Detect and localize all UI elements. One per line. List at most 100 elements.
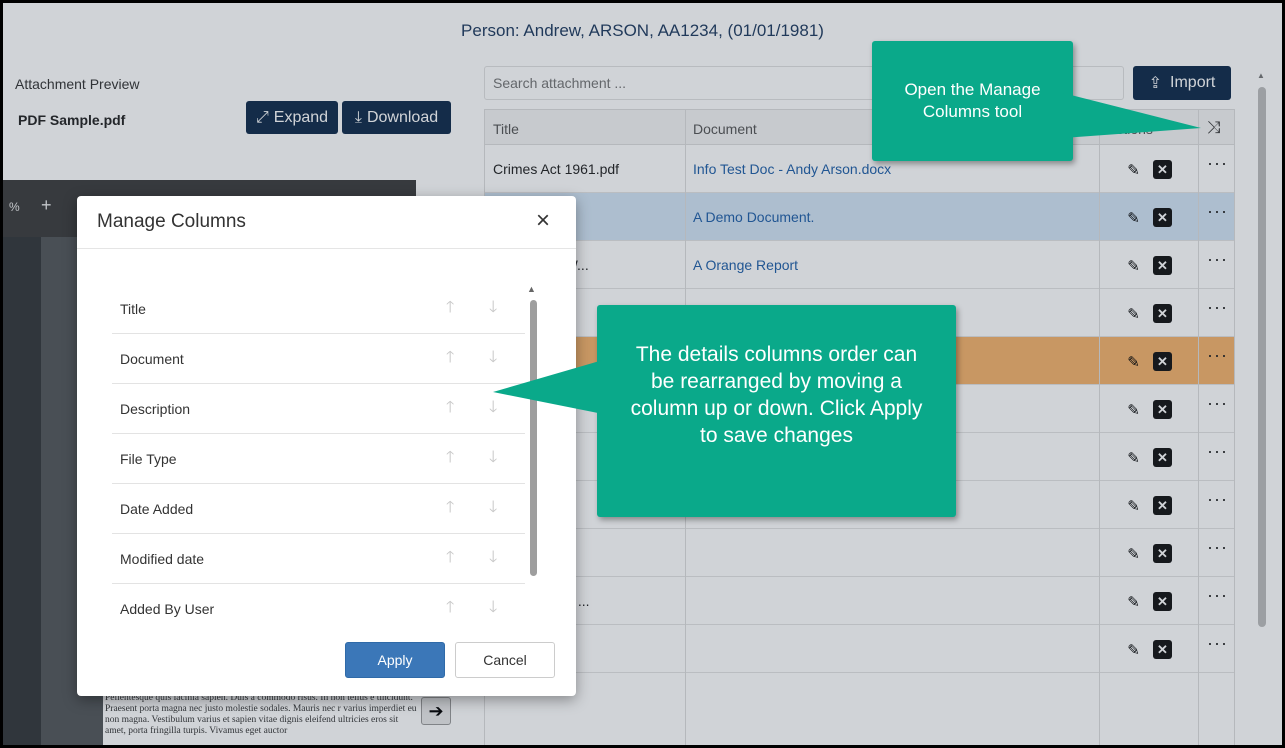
preview-label: Attachment Preview bbox=[15, 76, 140, 92]
arrow-up-icon[interactable]: 🡑 bbox=[446, 596, 454, 623]
delete-icon[interactable]: ✕ bbox=[1153, 448, 1172, 467]
column-name: File Type bbox=[120, 451, 177, 467]
edit-icon[interactable]: ✎ bbox=[1124, 208, 1143, 227]
column-divider bbox=[1198, 110, 1199, 745]
delete-icon[interactable]: ✕ bbox=[1153, 592, 1172, 611]
column-list-item: Document 🡑 🡓 bbox=[112, 334, 525, 384]
table-row[interactable]: n .pdf✎✕··· bbox=[485, 529, 1234, 577]
edit-icon[interactable]: ✎ bbox=[1124, 256, 1143, 275]
modal-divider bbox=[77, 248, 576, 249]
page-title: Person: Andrew, ARSON, AA1234, (01/01/19… bbox=[461, 21, 824, 40]
arrow-down-icon[interactable]: 🡓 bbox=[489, 546, 497, 573]
pdf-zoom-level: % bbox=[9, 200, 20, 214]
table-row[interactable]: ons seized-W...A Orange Report✎✕··· bbox=[485, 241, 1234, 289]
more-options-icon[interactable]: ··· bbox=[1207, 153, 1228, 174]
delete-icon[interactable]: ✕ bbox=[1153, 160, 1172, 179]
arrow-up-icon[interactable]: 🡑 bbox=[446, 296, 454, 323]
table-row[interactable]: ent.docx✎✕··· bbox=[485, 625, 1234, 673]
callout-manage-columns-tool: Open the Manage Columns tool bbox=[872, 41, 1073, 161]
delete-icon[interactable]: ✕ bbox=[1153, 256, 1172, 275]
pdf-sidebar bbox=[3, 237, 41, 745]
more-options-icon[interactable]: ··· bbox=[1207, 249, 1228, 270]
modal-scrollbar-thumb[interactable] bbox=[530, 300, 537, 576]
arrow-up-icon[interactable]: 🡑 bbox=[446, 396, 454, 423]
column-divider bbox=[1099, 110, 1100, 745]
column-list-item: Title 🡑 🡓 bbox=[112, 284, 525, 334]
scrollbar-thumb[interactable] bbox=[1258, 87, 1266, 627]
delete-icon[interactable]: ✕ bbox=[1153, 208, 1172, 227]
manage-columns-modal: Manage Columns × Title 🡑 🡓 Document 🡑 🡓 Descri… bbox=[77, 196, 576, 696]
edit-icon[interactable]: ✎ bbox=[1124, 640, 1143, 659]
apply-button[interactable]: Apply bbox=[345, 642, 445, 678]
arrow-up-icon[interactable]: 🡑 bbox=[446, 346, 454, 373]
more-options-icon[interactable]: ··· bbox=[1207, 345, 1228, 366]
delete-icon[interactable]: ✕ bbox=[1153, 304, 1172, 323]
more-options-icon[interactable]: ··· bbox=[1207, 393, 1228, 414]
edit-icon[interactable]: ✎ bbox=[1124, 400, 1143, 419]
delete-icon[interactable]: ✕ bbox=[1153, 352, 1172, 371]
edit-icon[interactable]: ✎ bbox=[1124, 352, 1143, 371]
table-row[interactable]: Chart August ...✎✕··· bbox=[485, 577, 1234, 625]
callout-rearrange-columns: The details columns order can be rearran… bbox=[597, 305, 956, 517]
column-list-item: Description 🡑 🡓 bbox=[112, 384, 525, 434]
download-icon: ⤓ bbox=[354, 108, 362, 126]
cell-document-link[interactable]: A Orange Report bbox=[693, 257, 798, 273]
edit-icon[interactable]: ✎ bbox=[1124, 544, 1143, 563]
column-name: Added By User bbox=[120, 601, 215, 617]
download-button[interactable]: ⤓ Download bbox=[342, 101, 451, 134]
delete-icon[interactable]: ✕ bbox=[1153, 496, 1172, 515]
cell-title: Crimes Act 1961.pdf bbox=[493, 161, 620, 177]
arrow-down-icon[interactable]: 🡓 bbox=[489, 296, 497, 323]
edit-icon[interactable]: ✎ bbox=[1124, 160, 1143, 179]
close-icon[interactable]: × bbox=[536, 207, 550, 235]
more-options-icon[interactable]: ··· bbox=[1207, 201, 1228, 222]
next-page-arrow-icon[interactable]: ➔ bbox=[421, 697, 451, 725]
zoom-in-icon[interactable]: + bbox=[41, 195, 52, 216]
edit-icon[interactable]: ✎ bbox=[1124, 448, 1143, 467]
arrow-down-icon[interactable]: 🡓 bbox=[489, 596, 497, 623]
column-list-item: Date Added 🡑 🡓 bbox=[112, 484, 525, 534]
column-list-item: File Type 🡑 🡓 bbox=[112, 434, 525, 484]
more-options-icon[interactable]: ··· bbox=[1207, 633, 1228, 654]
delete-icon[interactable]: ✕ bbox=[1153, 640, 1172, 659]
download-label: Download bbox=[366, 108, 439, 126]
table-row[interactable]: .pdfA Demo Document.✎✕··· bbox=[485, 193, 1234, 241]
arrow-up-icon[interactable]: 🡑 bbox=[446, 496, 454, 523]
delete-icon[interactable]: ✕ bbox=[1153, 544, 1172, 563]
edit-icon[interactable]: ✎ bbox=[1124, 496, 1143, 515]
scroll-up-icon[interactable]: ▲ bbox=[527, 284, 536, 294]
column-name: Modified date bbox=[120, 551, 205, 567]
cell-document-link[interactable]: Info Test Doc - Andy Arson.docx bbox=[693, 161, 891, 177]
modal-title: Manage Columns bbox=[97, 211, 246, 232]
manage-columns-shuffle-icon[interactable]: ⤨ bbox=[1207, 118, 1221, 138]
edit-icon[interactable]: ✎ bbox=[1124, 592, 1143, 611]
expand-button[interactable]: ⤢ Expand bbox=[246, 101, 338, 134]
column-list-item: Added By User 🡑 🡓 bbox=[112, 584, 525, 634]
column-name: Document bbox=[120, 351, 184, 367]
expand-label: Expand bbox=[273, 108, 329, 126]
arrow-down-icon[interactable]: 🡓 bbox=[489, 496, 497, 523]
more-options-icon[interactable]: ··· bbox=[1207, 585, 1228, 606]
more-options-icon[interactable]: ··· bbox=[1207, 489, 1228, 510]
delete-icon[interactable]: ✕ bbox=[1153, 400, 1172, 419]
more-options-icon[interactable]: ··· bbox=[1207, 297, 1228, 318]
column-header-document[interactable]: Document bbox=[693, 121, 757, 137]
app-frame: Person: Andrew, ARSON, AA1234, (01/01/19… bbox=[3, 3, 1282, 745]
expand-icon: ⤢ bbox=[255, 108, 269, 126]
column-header-title[interactable]: Title bbox=[493, 121, 519, 137]
cell-document-link[interactable]: A Demo Document. bbox=[693, 209, 814, 225]
more-options-icon[interactable]: ··· bbox=[1207, 537, 1228, 558]
column-list-item: Modified date 🡑 🡓 bbox=[112, 534, 525, 584]
preview-file-name: PDF Sample.pdf bbox=[18, 112, 126, 128]
arrow-up-icon[interactable]: 🡑 bbox=[446, 446, 454, 473]
scroll-up-icon[interactable]: ▲ bbox=[1257, 71, 1265, 80]
callout-pointer bbox=[1063, 93, 1201, 138]
column-name: Title bbox=[120, 301, 146, 317]
column-name: Date Added bbox=[120, 501, 194, 517]
more-options-icon[interactable]: ··· bbox=[1207, 441, 1228, 462]
arrow-down-icon[interactable]: 🡓 bbox=[489, 446, 497, 473]
arrow-up-icon[interactable]: 🡑 bbox=[446, 546, 454, 573]
column-name: Description bbox=[120, 401, 191, 417]
cancel-button[interactable]: Cancel bbox=[455, 642, 555, 678]
edit-icon[interactable]: ✎ bbox=[1124, 304, 1143, 323]
